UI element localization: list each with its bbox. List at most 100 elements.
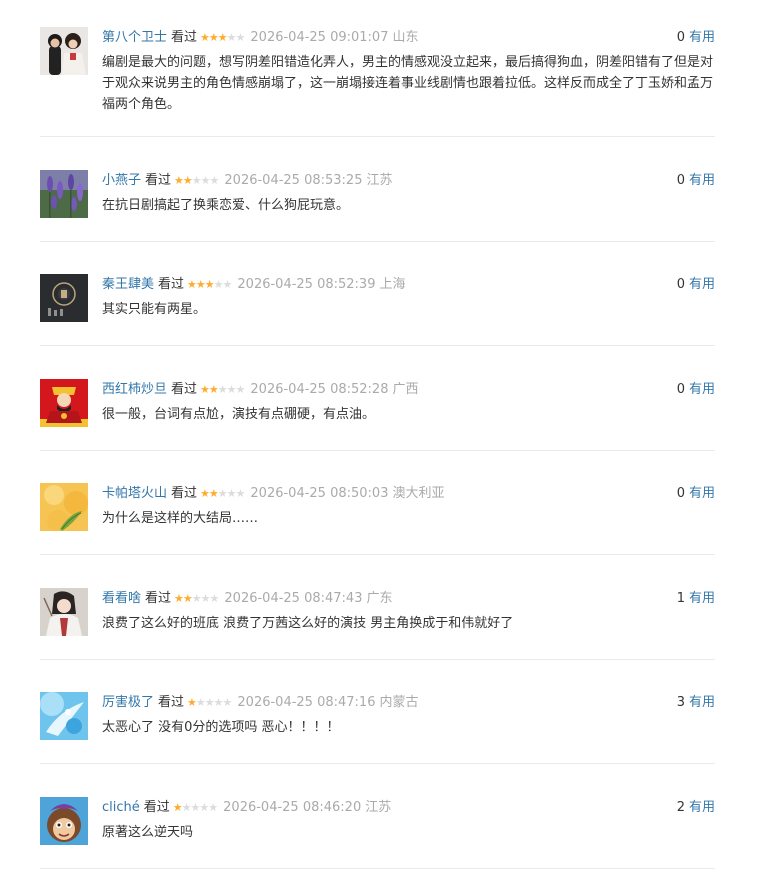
- watch-status: 看过: [143, 800, 170, 815]
- watch-status: 看过: [158, 695, 185, 710]
- rating-stars: ★★★★★: [174, 170, 219, 192]
- rating-stars: ★★★★★: [174, 588, 220, 610]
- star-filled-icon: ★: [174, 174, 184, 187]
- comment-location: 山东: [392, 30, 419, 45]
- vote-area: 2 有用: [677, 797, 715, 819]
- star-empty-icon: ★: [191, 174, 202, 187]
- vote-count: 0: [676, 30, 685, 45]
- useful-button[interactable]: 有用: [689, 695, 715, 710]
- comment-text: 编剧是最大的问题，想写阴差阳错造化弄人，男主的情感观没立起来，最后搞得狗血，阴差…: [102, 55, 714, 112]
- vote-count: 0: [676, 277, 685, 292]
- user-name-link[interactable]: cliché: [102, 800, 140, 815]
- comment-time: 2026-04-25 08:50:03: [250, 486, 389, 501]
- star-empty-icon: ★: [217, 383, 228, 396]
- user-name-link[interactable]: 第八个卫士: [102, 30, 167, 45]
- avatar-lavender-icon[interactable]: [40, 170, 88, 218]
- user-name-link[interactable]: 卡帕塔火山: [102, 486, 167, 501]
- comment-location: 广东: [366, 591, 393, 606]
- user-name-link[interactable]: 厉害极了: [102, 695, 154, 710]
- comment-info: 看看啥 看过 ★★★★★ 2026-04-25 08:47:43 广东 1 有用: [102, 588, 715, 610]
- comment-time: 2026-04-25 09:01:07: [250, 30, 389, 45]
- useful-button[interactable]: 有用: [689, 30, 715, 45]
- comment-text: 在抗日剧搞起了换乘恋爱、什么狗屁玩意。: [102, 198, 350, 213]
- useful-button[interactable]: 有用: [689, 173, 715, 188]
- star-empty-icon: ★: [195, 696, 206, 709]
- user-name-link[interactable]: 看看啥: [102, 591, 141, 606]
- vote-area: 0 有用: [677, 27, 715, 49]
- comment-text: 浪费了这么好的班底 浪费了万茜这么好的演技 男主角换成于和伟就好了: [102, 616, 514, 631]
- user-name-link[interactable]: 秦王肆美: [102, 277, 154, 292]
- avatar-red-deity-icon[interactable]: [40, 379, 88, 427]
- star-filled-icon: ★: [172, 801, 183, 814]
- comment-text: 其实只能有两星。: [102, 302, 207, 317]
- comment-item: 第八个卫士 看过 ★★★★★ 2026-04-25 09:01:07 山东 0 有用 编剧…: [40, 27, 715, 137]
- star-filled-icon: ★: [187, 278, 197, 291]
- star-empty-icon: ★: [213, 696, 224, 709]
- star-empty-icon: ★: [226, 487, 237, 500]
- user-name-link[interactable]: 小燕子: [102, 173, 141, 188]
- comment-location: 上海: [379, 277, 406, 292]
- star-filled-icon: ★: [195, 278, 206, 291]
- vote-area: 0 有用: [677, 274, 715, 296]
- watch-status: 看过: [171, 30, 198, 45]
- star-empty-icon: ★: [181, 801, 192, 814]
- avatar-couple-photo-icon[interactable]: [40, 27, 88, 75]
- star-filled-icon: ★: [200, 383, 210, 396]
- comment-location: 江苏: [365, 800, 392, 815]
- comment-item: 卡帕塔火山 看过 ★★★★★ 2026-04-25 08:50:03 澳大利亚 0 有用 …: [40, 483, 715, 555]
- star-filled-icon: ★: [187, 696, 197, 709]
- vote-count: 1: [676, 591, 685, 606]
- comment-time: 2026-04-25 08:53:25: [224, 173, 363, 188]
- comment-info: 卡帕塔火山 看过 ★★★★★ 2026-04-25 08:50:03 澳大利亚 0 有用: [102, 483, 715, 505]
- comment-time: 2026-04-25 08:47:43: [224, 591, 363, 606]
- star-filled-icon: ★: [208, 31, 219, 44]
- star-filled-icon: ★: [208, 383, 219, 396]
- useful-button[interactable]: 有用: [689, 591, 715, 606]
- star-filled-icon: ★: [200, 31, 210, 44]
- comment-time: 2026-04-25 08:52:28: [250, 382, 389, 397]
- comment-item: 秦王肆美 看过 ★★★★★ 2026-04-25 08:52:39 上海 0 有用 其实只…: [40, 274, 715, 346]
- star-filled-icon: ★: [200, 487, 210, 500]
- star-empty-icon: ★: [209, 592, 220, 605]
- star-empty-icon: ★: [191, 592, 202, 605]
- watch-status: 看过: [171, 382, 198, 397]
- star-empty-icon: ★: [217, 487, 228, 500]
- vote-area: 0 有用: [677, 483, 715, 505]
- user-name-link[interactable]: 西红柿炒旦: [102, 382, 167, 397]
- avatar-dark-emblem-icon[interactable]: [40, 274, 88, 322]
- comment-location: 澳大利亚: [392, 486, 445, 501]
- comment-item: cliché 看过 ★★★★★ 2026-04-25 08:46:20 江苏 2 有用 原…: [40, 797, 715, 869]
- avatar-painted-figure-icon[interactable]: [40, 588, 88, 636]
- star-empty-icon: ★: [226, 31, 237, 44]
- vote-area: 0 有用: [677, 170, 715, 192]
- avatar-blue-splash-icon[interactable]: [40, 692, 88, 740]
- star-empty-icon: ★: [235, 383, 246, 396]
- star-empty-icon: ★: [226, 383, 237, 396]
- watch-status: 看过: [145, 591, 172, 606]
- star-empty-icon: ★: [208, 801, 218, 814]
- avatar-cartoon-monkey-icon[interactable]: [40, 797, 88, 845]
- rating-stars: ★★★★★: [200, 379, 246, 401]
- watch-status: 看过: [171, 486, 198, 501]
- vote-area: 0 有用: [677, 379, 715, 401]
- vote-area: 1 有用: [677, 588, 715, 610]
- star-empty-icon: ★: [200, 174, 211, 187]
- vote-count: 2: [676, 800, 685, 815]
- avatar-orange-fruit-icon[interactable]: [40, 483, 88, 531]
- comment-info: 秦王肆美 看过 ★★★★★ 2026-04-25 08:52:39 上海 0 有用: [102, 274, 715, 296]
- star-filled-icon: ★: [204, 278, 215, 291]
- useful-button[interactable]: 有用: [689, 382, 715, 397]
- star-filled-icon: ★: [174, 592, 184, 605]
- useful-button[interactable]: 有用: [689, 277, 715, 292]
- star-filled-icon: ★: [217, 31, 228, 44]
- comment-info: 西红柿炒旦 看过 ★★★★★ 2026-04-25 08:52:28 广西 0 有用: [102, 379, 715, 401]
- comment-item: 厉害极了 看过 ★★★★★ 2026-04-25 08:47:16 内蒙古 3 有用 太恶…: [40, 692, 715, 764]
- comment-info: 厉害极了 看过 ★★★★★ 2026-04-25 08:47:16 内蒙古 3 有用: [102, 692, 715, 714]
- rating-stars: ★★★★★: [187, 692, 232, 714]
- star-empty-icon: ★: [200, 592, 211, 605]
- comment-text: 很一般，台词有点尬，演技有点硼硬，有点油。: [102, 407, 376, 422]
- comment-info: 小燕子 看过 ★★★★★ 2026-04-25 08:53:25 江苏 0 有用: [102, 170, 715, 192]
- useful-button[interactable]: 有用: [689, 800, 715, 815]
- useful-button[interactable]: 有用: [689, 486, 715, 501]
- star-empty-icon: ★: [204, 696, 215, 709]
